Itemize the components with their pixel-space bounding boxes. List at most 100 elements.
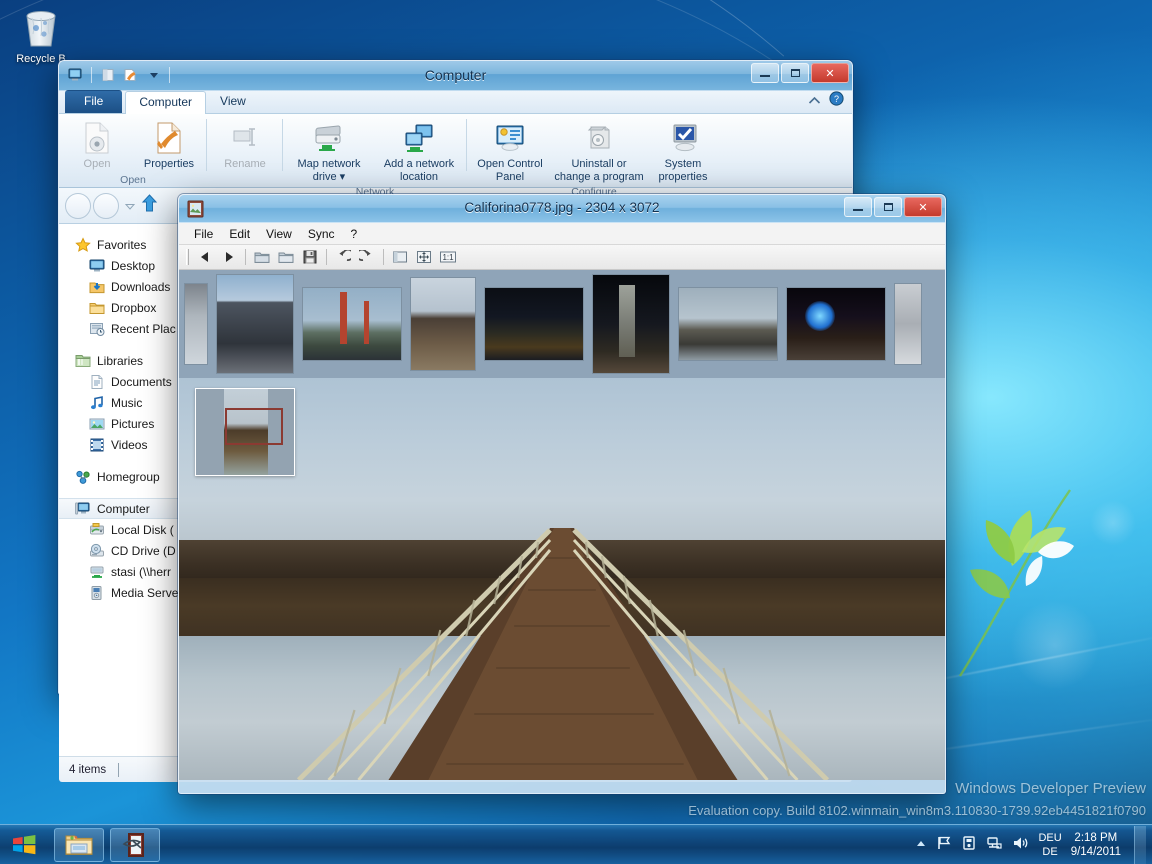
tab-view[interactable]: View: [206, 90, 260, 113]
thumbnail-5[interactable]: [593, 275, 669, 373]
homegroup-icon: [76, 470, 90, 484]
thumbnail-filmstrip[interactable]: [179, 270, 945, 378]
nav-item-pictures-label: Pictures: [111, 416, 155, 431]
wallpaper-plant-sprig: [958, 489, 1074, 677]
forward-button[interactable]: [93, 192, 119, 219]
open-button[interactable]: Open: [61, 118, 133, 173]
watermark-line-2: Evaluation copy. Build 8102.winmain_win8…: [688, 803, 1146, 818]
rotate-right-button[interactable]: [356, 247, 378, 268]
thumbnail-7[interactable]: [787, 288, 885, 360]
next-image-button[interactable]: [218, 247, 240, 268]
open-folder-2-button[interactable]: [275, 247, 297, 268]
recycle-bin[interactable]: Recycle B: [6, 6, 76, 65]
save-button[interactable]: [299, 247, 321, 268]
ribbon[interactable]: Open Properties Open Rename Map network …: [59, 114, 852, 198]
properties-button[interactable]: Properties: [133, 118, 205, 173]
fit-to-window-button[interactable]: [413, 247, 435, 268]
viewer-close-button[interactable]: ✕: [904, 197, 942, 217]
explorer-title: Computer: [424, 67, 487, 83]
viewer-toolbar[interactable]: 1:1: [179, 245, 945, 270]
viewer-titlebar[interactable]: Califorina0778.jpg - 2304 x 3072 ✕: [179, 195, 945, 223]
explorer-maximize-button[interactable]: [781, 63, 809, 83]
image-canvas[interactable]: [179, 378, 945, 780]
nav-item-homegroup-label: Homegroup: [97, 469, 160, 484]
menu-edit[interactable]: Edit: [222, 225, 257, 243]
taskbar-item-explorer[interactable]: [54, 827, 104, 862]
desktop[interactable]: Recycle B Computer ✕ File Computer View …: [0, 0, 1152, 864]
favorites-star-icon: [75, 236, 91, 252]
action-center-flag-icon[interactable]: [936, 835, 952, 854]
explorer-titlebar[interactable]: Computer ✕: [59, 61, 852, 91]
open-control-panel-button[interactable]: Open Control Panel: [469, 118, 551, 185]
menu-sync[interactable]: Sync: [301, 225, 342, 243]
language-indicator[interactable]: DEU DE: [1038, 831, 1061, 859]
back-button[interactable]: [65, 192, 91, 219]
explorer-close-button[interactable]: ✕: [811, 63, 849, 83]
menu-view[interactable]: View: [259, 225, 299, 243]
map-network-drive-button[interactable]: Map network drive ▾: [285, 118, 373, 185]
help-icon[interactable]: ?: [829, 91, 844, 111]
show-hidden-icons-button[interactable]: [915, 839, 927, 851]
nav-item-media-server-label: Media Serve: [111, 585, 179, 600]
taskbar-item-viewer[interactable]: [110, 827, 160, 862]
ribbon-tabstrip[interactable]: File Computer View ?: [59, 90, 852, 114]
actual-size-button[interactable]: 1:1: [437, 247, 459, 268]
navigator-viewport-rect[interactable]: [225, 408, 283, 445]
rename-button[interactable]: Rename: [209, 118, 281, 173]
explorer-minimize-button[interactable]: [751, 63, 779, 83]
system-tray[interactable]: DEU DE 2:18 PM 9/14/2011: [915, 825, 1152, 864]
cd-drive-icon: [90, 543, 104, 556]
thumbnail-3[interactable]: [411, 278, 475, 370]
taskbar[interactable]: DEU DE 2:18 PM 9/14/2011: [0, 824, 1152, 864]
removable-media-icon[interactable]: [961, 835, 977, 854]
rotate-left-button[interactable]: [332, 247, 354, 268]
computer-icon: [75, 502, 90, 514]
status-item-count: 4 items: [69, 763, 107, 776]
videos-icon: [90, 438, 104, 451]
system-properties-icon: [648, 120, 718, 156]
viewer-minimize-button[interactable]: [844, 197, 872, 217]
thumbnail-2[interactable]: [303, 288, 401, 360]
viewer-window-buttons[interactable]: ✕: [844, 197, 942, 217]
system-properties-label: System properties: [658, 158, 708, 183]
start-button[interactable]: [0, 826, 48, 864]
system-properties-button[interactable]: System properties: [647, 118, 719, 185]
thumbnail-1[interactable]: [217, 275, 293, 373]
nav-item-favorites-label: Favorites: [97, 237, 147, 252]
clock[interactable]: 2:18 PM 9/14/2011: [1071, 831, 1121, 859]
image-navigator[interactable]: [195, 388, 295, 476]
recycle-bin-icon: [26, 11, 56, 47]
menu-file[interactable]: File: [187, 225, 220, 243]
tab-file[interactable]: File: [65, 90, 123, 113]
open-folder-button[interactable]: [251, 247, 273, 268]
previous-image-button[interactable]: [194, 247, 216, 268]
map-network-drive-icon: [286, 120, 372, 156]
collapse-ribbon-icon[interactable]: [808, 92, 821, 110]
uninstall-program-button[interactable]: Uninstall or change a program: [551, 118, 647, 185]
fullscreen-button[interactable]: [389, 247, 411, 268]
show-desktop-button[interactable]: [1134, 825, 1146, 864]
recent-pages-dropdown[interactable]: [124, 197, 136, 215]
thumbnail-0-partial[interactable]: [185, 284, 207, 364]
up-one-level-button[interactable]: [141, 193, 158, 218]
thumbnail-4[interactable]: [485, 288, 583, 360]
svg-text:?: ?: [834, 94, 839, 104]
control-panel-icon: [470, 120, 550, 156]
menu-help[interactable]: ?: [344, 225, 365, 243]
nav-item-libraries-label: Libraries: [97, 353, 144, 368]
toolbar-grip[interactable]: [186, 249, 189, 265]
viewer-maximize-button[interactable]: [874, 197, 902, 217]
explorer-window-buttons[interactable]: ✕: [751, 63, 849, 83]
ribbon-group-network: Map network drive ▾ Add a network locati…: [282, 114, 467, 198]
image-viewer-window[interactable]: Califorina0778.jpg - 2304 x 3072 ✕ File …: [178, 194, 946, 794]
network-icon[interactable]: [986, 835, 1003, 854]
viewer-menubar[interactable]: File Edit View Sync ?: [179, 223, 945, 245]
thumbnail-6[interactable]: [679, 288, 777, 360]
ribbon-group-open: Open Properties Open: [59, 114, 207, 187]
windows-logo-icon: [13, 834, 36, 854]
add-network-location-button[interactable]: Add a network location: [373, 118, 465, 185]
ribbon-right-controls[interactable]: ?: [808, 91, 844, 111]
tab-computer[interactable]: Computer: [125, 91, 207, 114]
volume-icon[interactable]: [1012, 835, 1029, 854]
thumbnail-8-partial[interactable]: [895, 284, 921, 364]
